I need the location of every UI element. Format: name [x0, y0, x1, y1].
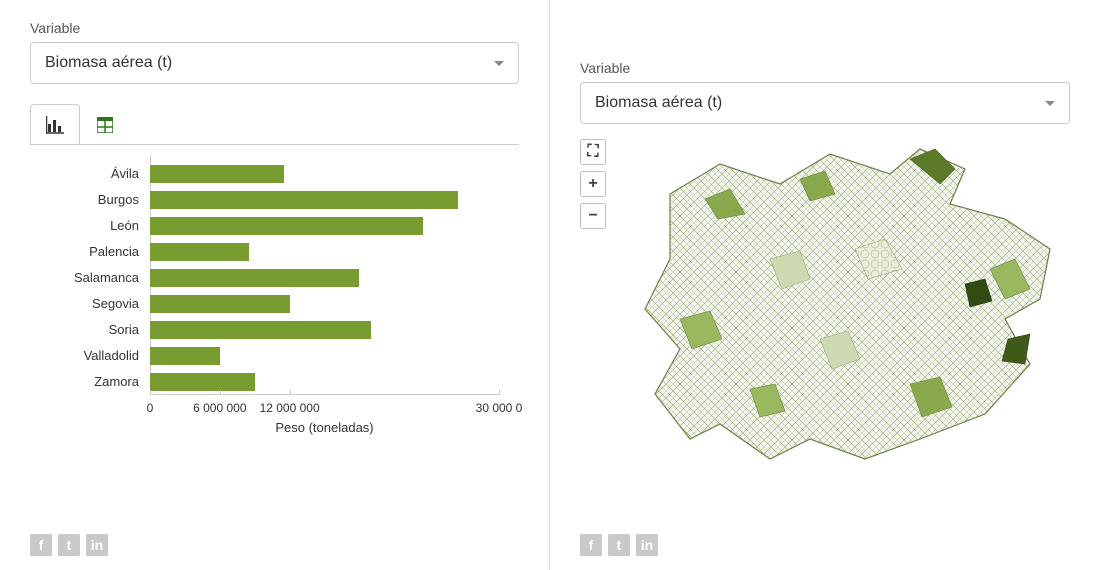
- app-container: Variable Biomasa aérea (t): [0, 0, 1100, 570]
- fullscreen-icon: ⛶: [587, 143, 598, 161]
- bar[interactable]: [150, 243, 249, 261]
- category-label: Palencia: [70, 243, 145, 261]
- category-label: Ávila: [70, 165, 145, 183]
- bar-row: [150, 269, 499, 287]
- x-axis-label: Peso (toneladas): [150, 420, 499, 435]
- variable-select-right-value: Biomasa aérea (t): [595, 94, 722, 112]
- tab-table[interactable]: [80, 104, 130, 144]
- bar-row: [150, 217, 499, 235]
- category-label: Segovia: [70, 295, 145, 313]
- map-controls: ⛶ + −: [580, 139, 606, 229]
- bar-row: [150, 373, 499, 391]
- category-label: León: [70, 217, 145, 235]
- region-outline: [645, 149, 1050, 459]
- left-panel: Variable Biomasa aérea (t): [0, 0, 550, 570]
- chevron-down-icon: [1045, 101, 1055, 106]
- choropleth-map: [610, 139, 1070, 479]
- category-label: Salamanca: [70, 269, 145, 287]
- table-icon: [97, 117, 113, 133]
- view-tabs: [30, 104, 519, 145]
- bar[interactable]: [150, 165, 284, 183]
- linkedin-icon[interactable]: in: [86, 534, 108, 556]
- chevron-down-icon: [494, 61, 504, 66]
- bar-row: [150, 347, 499, 365]
- variable-label-right: Variable: [580, 60, 1070, 76]
- category-label: Burgos: [70, 191, 145, 209]
- bar[interactable]: [150, 373, 255, 391]
- social-row-left: f t in: [30, 534, 519, 560]
- variable-select-left-value: Biomasa aérea (t): [45, 54, 172, 72]
- right-panel: Variable Biomasa aérea (t) ⛶ + −: [550, 0, 1100, 570]
- twitter-icon[interactable]: t: [58, 534, 80, 556]
- x-tick-label: 30 000 0: [476, 401, 523, 415]
- bar-row: [150, 321, 499, 339]
- twitter-icon[interactable]: t: [608, 534, 630, 556]
- bar-chart: Peso (toneladas) Ávila Burgos León Palencia…: [70, 155, 499, 435]
- bar[interactable]: [150, 295, 290, 313]
- x-tick-label: 6 000 000: [193, 401, 246, 415]
- x-tick-label: 12 000 000: [260, 401, 320, 415]
- bar[interactable]: [150, 217, 423, 235]
- bar-row: [150, 243, 499, 261]
- bar[interactable]: [150, 321, 371, 339]
- bars-region: [150, 155, 499, 395]
- plus-icon: +: [588, 175, 597, 193]
- linkedin-icon[interactable]: in: [636, 534, 658, 556]
- tab-chart[interactable]: [30, 104, 80, 144]
- map-area[interactable]: ⛶ + −: [580, 139, 1070, 530]
- facebook-icon[interactable]: f: [580, 534, 602, 556]
- category-label: Zamora: [70, 373, 145, 391]
- minus-icon: −: [588, 207, 597, 225]
- chart-area: Peso (toneladas) Ávila Burgos León Palencia…: [30, 145, 519, 530]
- bar[interactable]: [150, 347, 220, 365]
- facebook-icon[interactable]: f: [30, 534, 52, 556]
- category-label: Valladolid: [70, 347, 145, 365]
- x-tick-label: 0: [147, 401, 154, 415]
- bar-row: [150, 191, 499, 209]
- category-label: Soria: [70, 321, 145, 339]
- bar[interactable]: [150, 269, 359, 287]
- map-zoom-in-button[interactable]: +: [580, 171, 606, 197]
- bar-chart-icon: [46, 116, 64, 134]
- bar-row: [150, 295, 499, 313]
- variable-label-left: Variable: [30, 20, 519, 36]
- bar-row: [150, 165, 499, 183]
- bar[interactable]: [150, 191, 458, 209]
- map-zoom-out-button[interactable]: −: [580, 203, 606, 229]
- social-row-right: f t in: [580, 534, 1070, 560]
- map-fit-button[interactable]: ⛶: [580, 139, 606, 165]
- variable-select-right[interactable]: Biomasa aérea (t): [580, 82, 1070, 124]
- variable-select-left[interactable]: Biomasa aérea (t): [30, 42, 519, 84]
